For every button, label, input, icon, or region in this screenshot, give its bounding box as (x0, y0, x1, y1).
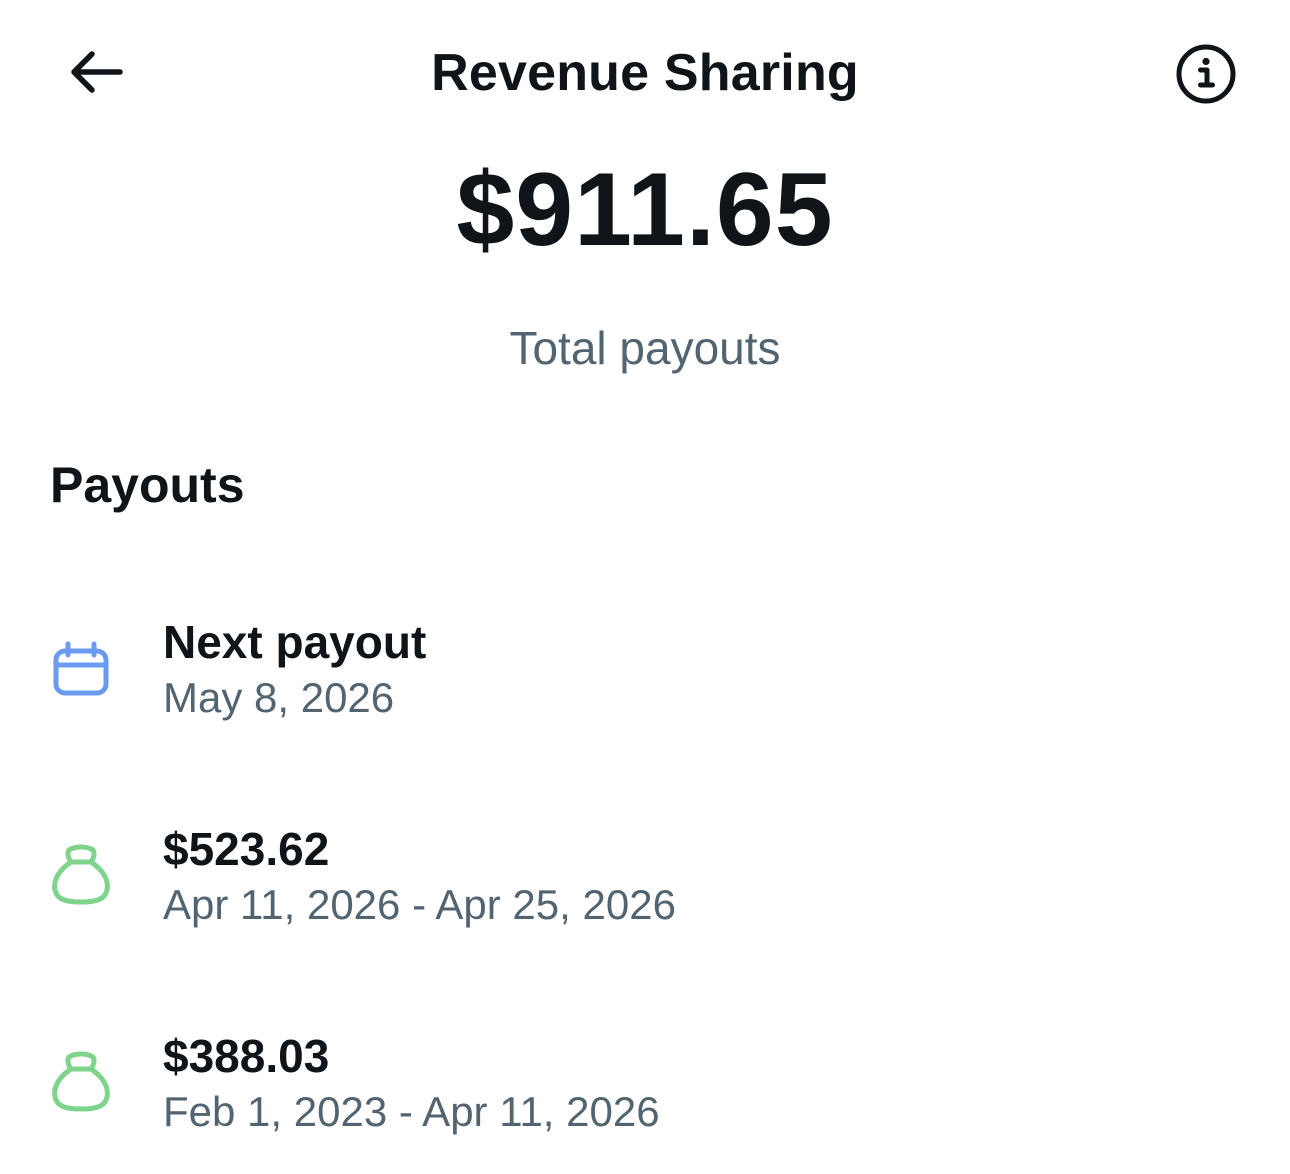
next-payout-row[interactable]: Next payout May 8, 2026 (0, 590, 1290, 770)
money-bag-icon (48, 1049, 114, 1115)
payout-row[interactable]: $523.62 Apr 11, 2026 - Apr 25, 2026 (0, 797, 1290, 977)
money-bag-icon (48, 842, 114, 908)
payout-period: Feb 1, 2023 - Apr 11, 2026 (163, 1088, 660, 1135)
payout-date: May 8, 2026 (163, 674, 395, 721)
total-payout-label: Total payouts (509, 322, 781, 374)
payouts-heading: Payouts (50, 457, 245, 513)
info-button[interactable] (1168, 36, 1244, 112)
info-circle-icon (1176, 44, 1236, 104)
payout-amount: $388.03 (163, 1030, 330, 1082)
top-bar: Revenue Sharing (0, 0, 1290, 150)
page-title: Revenue Sharing (431, 44, 859, 102)
payout-row[interactable]: $388.03 Feb 1, 2023 - Apr 11, 2026 (0, 1004, 1290, 1174)
revenue-sharing-screen: Revenue Sharing $911.65 Total payouts Pa… (0, 0, 1290, 1174)
payout-period: Apr 11, 2026 - Apr 25, 2026 (163, 881, 676, 928)
total-payout-amount: $911.65 (456, 152, 834, 268)
payout-title: Next payout (163, 616, 427, 668)
calendar-icon (48, 635, 114, 701)
payout-amount: $523.62 (163, 823, 330, 875)
